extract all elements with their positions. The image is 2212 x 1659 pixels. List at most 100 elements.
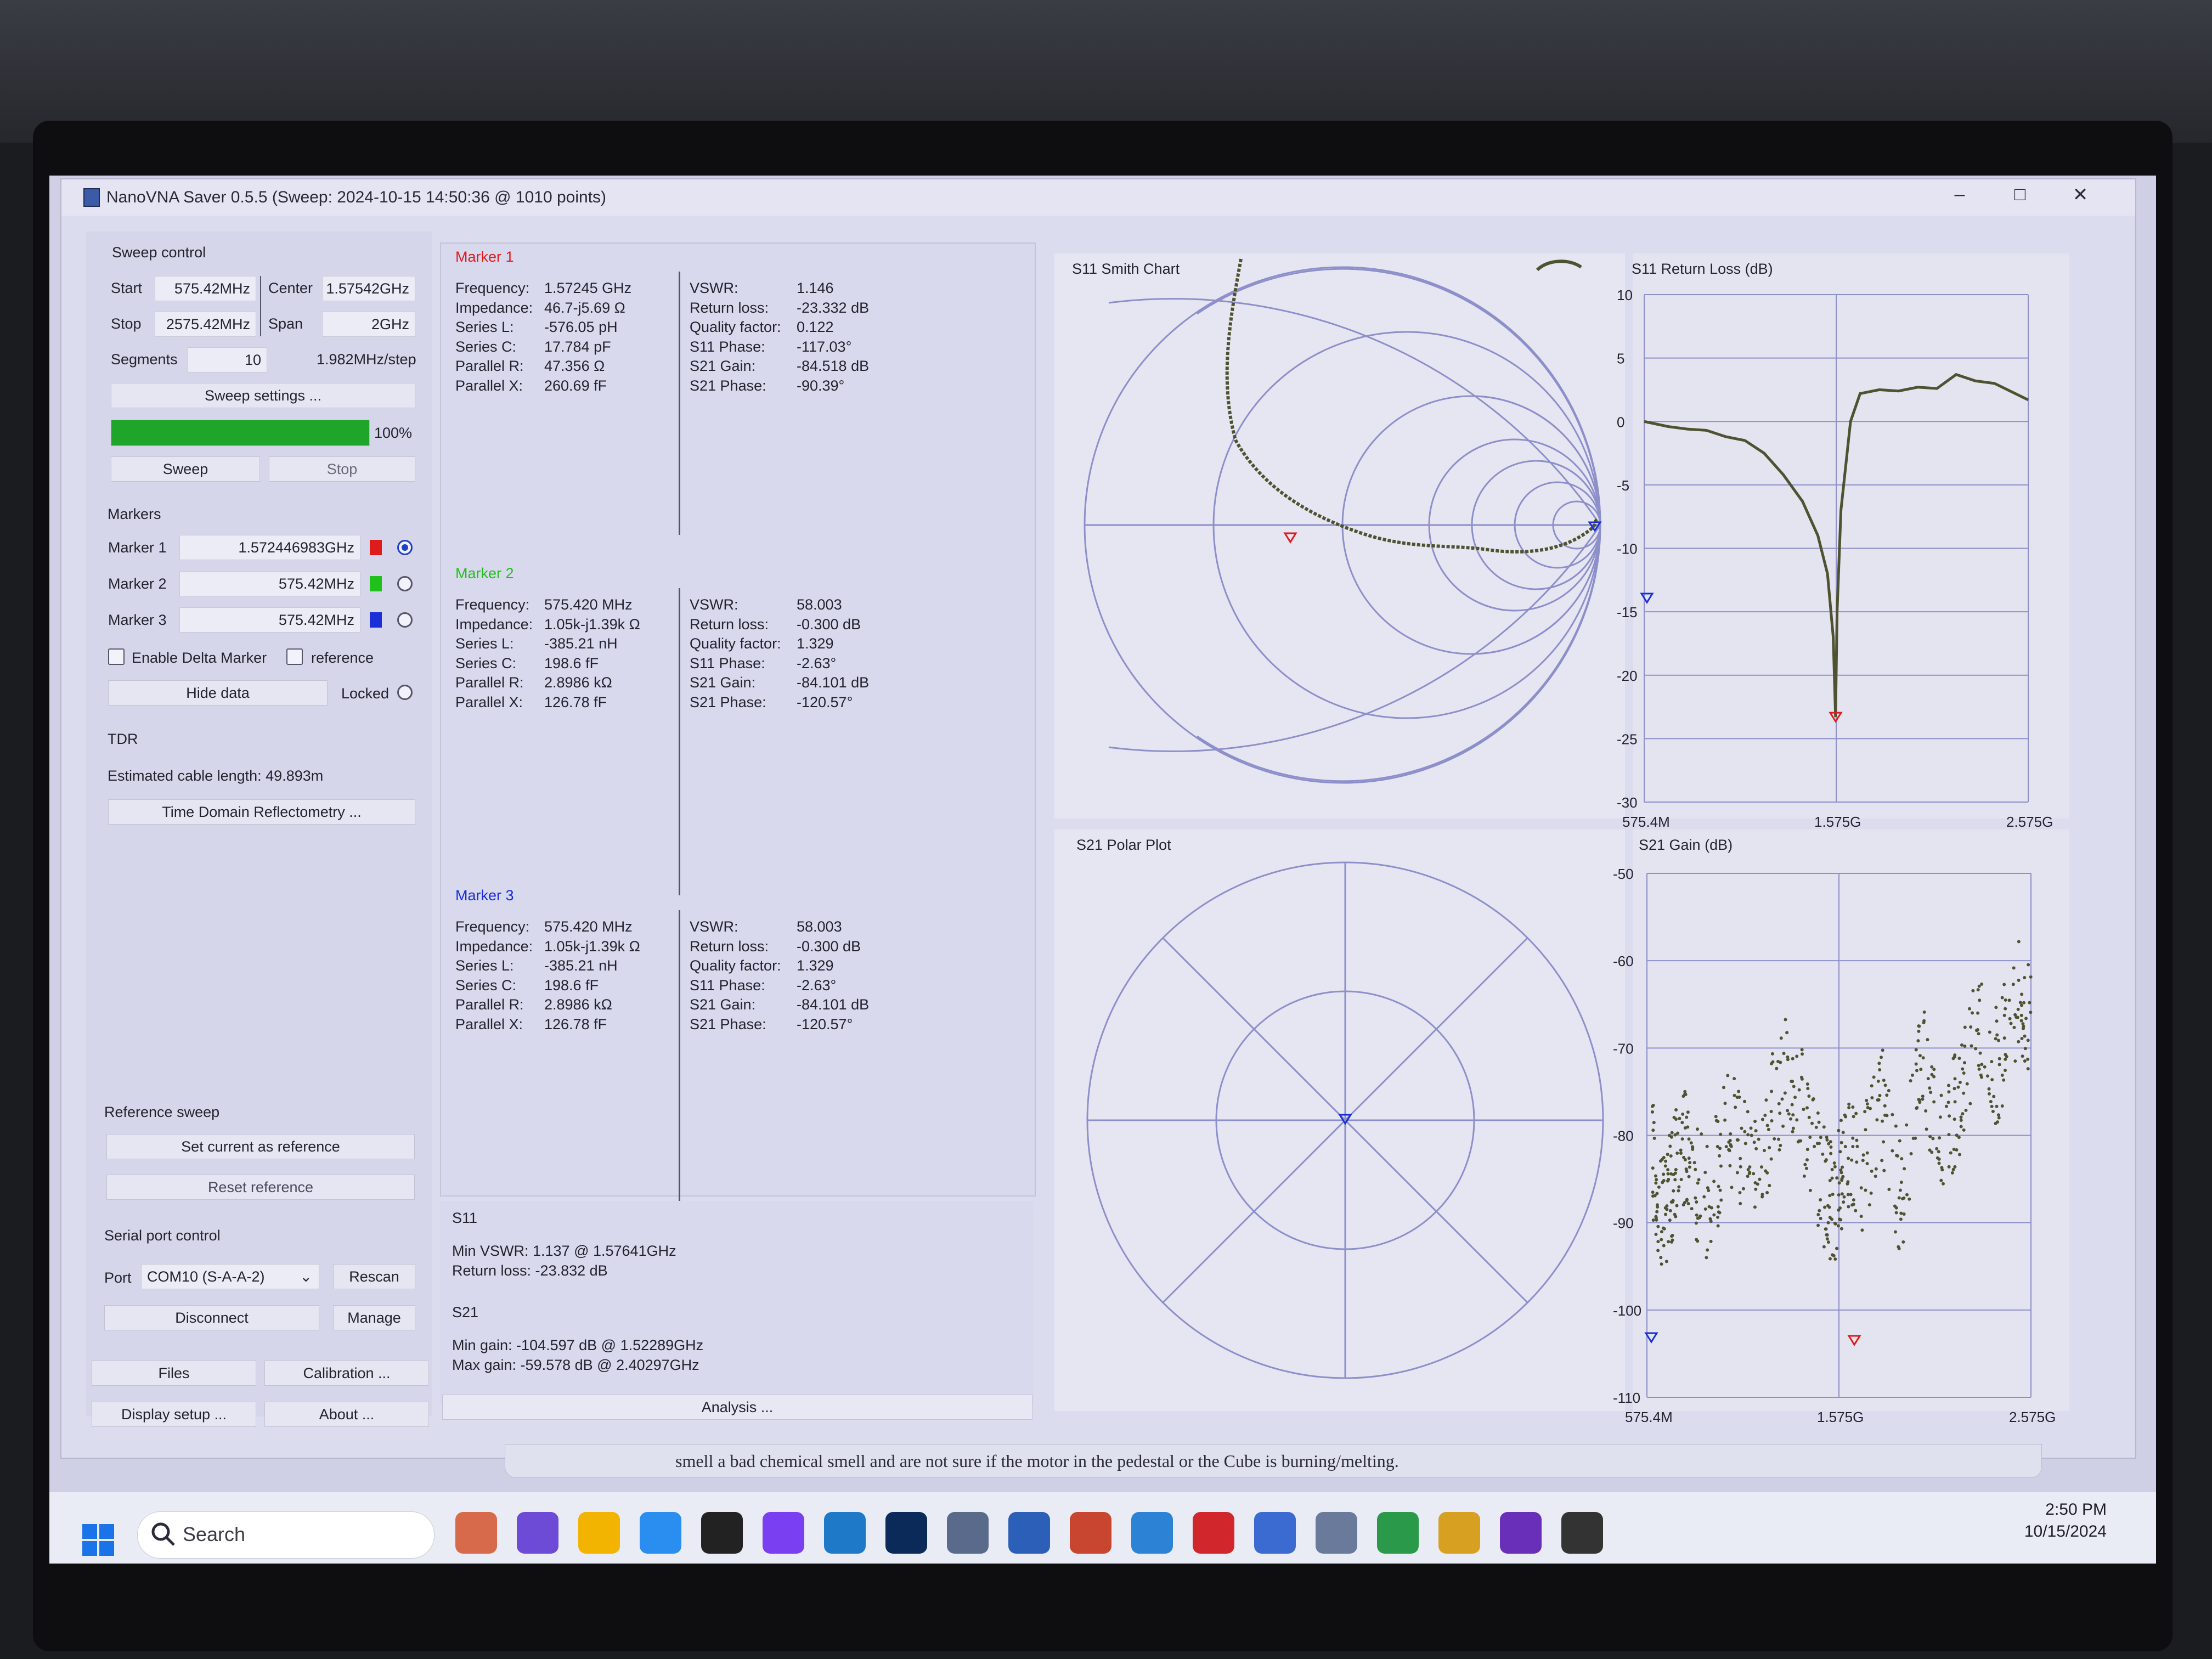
marker-1-radio[interactable] — [397, 540, 413, 555]
nanovna-taskbar-icon[interactable] — [1561, 1512, 1603, 1554]
marker-3-radio[interactable] — [397, 612, 413, 628]
set-reference-button[interactable]: Set current as reference — [106, 1134, 415, 1159]
gain-point — [1870, 1096, 1874, 1100]
disconnect-button[interactable]: Disconnect — [104, 1305, 319, 1330]
sweep-settings-button[interactable]: Sweep settings ... — [111, 383, 415, 408]
gain-point — [1695, 1213, 1699, 1217]
span-input[interactable]: 2GHz — [322, 312, 415, 337]
photo-app-icon[interactable] — [885, 1512, 927, 1554]
gain-point — [1656, 1249, 1660, 1252]
gain-point — [1957, 1153, 1961, 1156]
gain-point — [1670, 1234, 1674, 1238]
gain-point — [1816, 1213, 1820, 1217]
display-setup-button[interactable]: Display setup ... — [92, 1402, 256, 1427]
gain-point — [1747, 1172, 1751, 1176]
files-button[interactable]: Files — [92, 1361, 256, 1386]
analysis-button[interactable]: Analysis ... — [442, 1395, 1032, 1420]
gain-point — [1914, 1062, 1918, 1066]
locked-radio[interactable] — [397, 685, 413, 700]
gain-point — [1816, 1223, 1820, 1227]
powerpoint-icon[interactable] — [1008, 1512, 1050, 1554]
taskbar-date[interactable]: 10/15/2024 — [1991, 1522, 2107, 1541]
gain-point — [1797, 1088, 1801, 1092]
port-select[interactable]: COM10 (S-A-A-2) ⌄ — [141, 1264, 319, 1289]
messenger-icon[interactable] — [701, 1512, 743, 1554]
sticky-app-icon[interactable] — [640, 1512, 681, 1554]
gain-point — [1885, 1114, 1889, 1118]
search-box[interactable]: Search — [137, 1511, 435, 1559]
tdr-button[interactable]: Time Domain Reflectometry ... — [108, 799, 415, 825]
notepad-icon[interactable] — [1193, 1512, 1234, 1554]
marker-1-left-label: Series C: — [455, 338, 517, 355]
maximize-button[interactable]: □ — [1998, 184, 2042, 205]
gain-point — [1992, 1094, 1996, 1098]
gain-point — [2004, 998, 2007, 1002]
gain-point — [1961, 1067, 1965, 1071]
windows-start-icon[interactable] — [82, 1524, 114, 1556]
gain-point — [1897, 1245, 1900, 1249]
gain-point — [1699, 1214, 1702, 1218]
gain-point — [1681, 1203, 1685, 1207]
stop-button[interactable]: Stop — [269, 456, 415, 482]
gain-point — [1692, 1161, 1696, 1165]
marker-2-left-label: Parallel R: — [455, 674, 524, 691]
reset-reference-button[interactable]: Reset reference — [106, 1175, 415, 1200]
files-folder-icon[interactable] — [517, 1512, 558, 1554]
marker-3-color-swatch[interactable] — [370, 612, 382, 628]
word-icon[interactable] — [947, 1512, 989, 1554]
minimize-button[interactable]: – — [1938, 184, 1982, 205]
about-button[interactable]: About ... — [264, 1402, 429, 1427]
gain-point — [1977, 1064, 1980, 1068]
gain-point — [1695, 1127, 1699, 1131]
segments-input[interactable]: 10 — [188, 347, 267, 373]
chrome-icon[interactable] — [578, 1512, 620, 1554]
gain-point — [1928, 1135, 1932, 1138]
marker-1-freq-input[interactable]: 1.572446983GHz — [179, 535, 360, 560]
gain-point — [2026, 1039, 2030, 1042]
close-button[interactable]: ✕ — [2058, 184, 2102, 206]
gain-point — [1995, 1019, 1999, 1023]
acrobat-icon[interactable] — [1131, 1512, 1173, 1554]
lightroom-icon[interactable] — [824, 1512, 866, 1554]
taskbar-time[interactable]: 2:50 PM — [2008, 1500, 2107, 1519]
gain-point — [1840, 1192, 1844, 1196]
center-input[interactable]: 1.57542GHz — [322, 276, 415, 301]
gain-point — [2013, 1059, 2017, 1063]
chrome-profile-2-icon[interactable] — [1377, 1512, 1419, 1554]
terminal-icon[interactable] — [1500, 1512, 1542, 1554]
arduino-icon[interactable] — [763, 1512, 804, 1554]
gain-point — [1898, 1188, 1902, 1192]
manage-button[interactable]: Manage — [333, 1305, 415, 1330]
sweep-button[interactable]: Sweep — [111, 456, 260, 482]
enable-delta-checkbox[interactable] — [108, 648, 125, 665]
marker-2-color-swatch[interactable] — [370, 576, 382, 591]
return-loss-panel — [1633, 253, 2069, 819]
marker-3-freq-input[interactable]: 575.42MHz — [179, 607, 360, 633]
gain-point — [1831, 1192, 1835, 1196]
hide-data-button[interactable]: Hide data — [108, 680, 328, 706]
marker-2-right-label: S11 Phase: — [690, 654, 765, 672]
gain-point — [1716, 1205, 1720, 1209]
gain-point — [1791, 1057, 1795, 1060]
start-input[interactable]: 575.42MHz — [155, 276, 256, 301]
slack-icon[interactable] — [1438, 1512, 1480, 1554]
return-loss-title: S11 Return Loss (dB) — [1632, 261, 1773, 277]
enable-delta-label: Enable Delta Marker — [132, 650, 267, 666]
marker-2-freq-input[interactable]: 575.42MHz — [179, 571, 360, 596]
gain-point — [1829, 1140, 1832, 1144]
marker-1-right-label: S21 Phase: — [690, 377, 766, 394]
whiteboard-icon[interactable] — [1070, 1512, 1111, 1554]
rescan-button[interactable]: Rescan — [333, 1264, 415, 1289]
gain-point — [1661, 1181, 1664, 1184]
copilot-icon[interactable] — [455, 1512, 497, 1554]
stop-input[interactable]: 2575.42MHz — [155, 312, 256, 337]
marker-1-color-swatch[interactable] — [370, 540, 382, 555]
gain-point — [1660, 1158, 1664, 1161]
gain-point — [1793, 1096, 1797, 1099]
marker-panel-2-title: Marker 2 — [455, 565, 514, 582]
marker-2-radio[interactable] — [397, 576, 413, 591]
chrome-profile-icon[interactable] — [1316, 1512, 1357, 1554]
snipping-tool-icon[interactable] — [1254, 1512, 1296, 1554]
calibration-button[interactable]: Calibration ... — [264, 1361, 429, 1386]
reference-checkbox[interactable] — [286, 648, 303, 665]
